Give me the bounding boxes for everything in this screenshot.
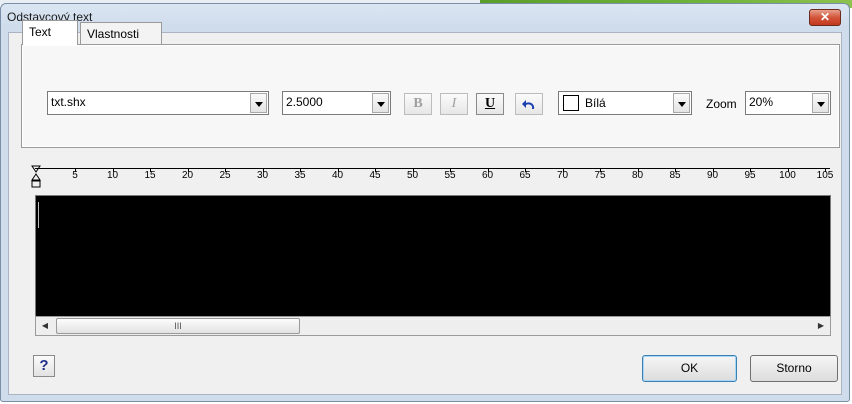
ruler-tick-label: 90 — [706, 170, 719, 181]
zoom-select-value: 20% — [749, 95, 774, 109]
ruler-tick-label: 105 — [816, 170, 834, 181]
chevron-down-icon[interactable] — [372, 93, 389, 113]
ruler-tick-label: 30 — [256, 170, 269, 181]
ruler-tick-label: 60 — [481, 170, 494, 181]
ruler-tick-label: 95 — [744, 170, 756, 181]
ruler-tick-label: 45 — [369, 170, 381, 181]
ruler-tick-label: 70 — [556, 170, 569, 181]
zoom-label: Zoom — [706, 97, 737, 111]
ruler-baseline — [35, 168, 830, 169]
ruler-tick-label: 15 — [144, 170, 156, 181]
ruler-tick-label: 10 — [106, 170, 119, 181]
ruler-tick-label: 85 — [669, 170, 681, 181]
ruler[interactable]: 5 10 15 20 25 30 35 40 45 50 55 60 65 70 75 80 85 90 95 100… — [31, 160, 833, 194]
ok-button[interactable]: OK — [642, 355, 737, 382]
indent-marker-icon[interactable] — [31, 165, 41, 191]
ruler-tick-label: 65 — [519, 170, 531, 181]
text-editor[interactable] — [35, 195, 831, 336]
scroll-left-icon[interactable]: ◀ — [37, 318, 53, 334]
ruler-tick-label: 5 — [72, 170, 78, 181]
font-select-value: txt.shx — [51, 95, 86, 109]
ruler-tick-label: 75 — [594, 170, 606, 181]
help-button[interactable]: ? — [33, 355, 55, 377]
scrollbar-thumb[interactable]: III — [56, 318, 300, 334]
underline-button[interactable]: U — [476, 93, 504, 115]
font-select[interactable]: txt.shx — [47, 91, 269, 115]
undo-button[interactable] — [515, 93, 543, 115]
zoom-select[interactable]: 20% — [745, 91, 831, 115]
chevron-down-icon[interactable] — [250, 93, 267, 113]
color-swatch — [563, 95, 579, 111]
text-caret — [38, 202, 39, 228]
color-select[interactable]: Bílá — [558, 91, 692, 115]
scroll-right-icon[interactable]: ▶ — [813, 318, 829, 334]
ruler-tick-label: 80 — [631, 170, 644, 181]
horizontal-scrollbar[interactable]: ◀ III ▶ — [35, 316, 831, 336]
ruler-tick-label: 20 — [181, 170, 194, 181]
ruler-tick-label: 50 — [406, 170, 419, 181]
ruler-tick-label: 40 — [331, 170, 344, 181]
close-button[interactable]: ✕ — [809, 9, 841, 26]
tab-text[interactable]: Text — [22, 20, 78, 45]
chevron-down-icon[interactable] — [812, 93, 829, 113]
text-height-value: 2.5000 — [286, 95, 323, 109]
tab-properties[interactable]: Vlastnosti — [80, 22, 162, 44]
undo-icon — [522, 100, 535, 109]
tab-properties-label: Vlastnosti — [87, 27, 140, 41]
color-select-value: Bílá — [585, 96, 606, 110]
bold-button[interactable]: B — [404, 93, 432, 115]
ruler-tick-label: 100 — [779, 170, 796, 181]
tab-text-label: Text — [29, 25, 52, 39]
italic-button[interactable]: I — [440, 93, 468, 115]
chevron-down-icon[interactable] — [673, 93, 690, 113]
cancel-button[interactable]: Storno — [750, 355, 838, 382]
ruler-tick-label: 55 — [444, 170, 456, 181]
text-height-select[interactable]: 2.5000 — [282, 91, 391, 115]
ruler-tick-label: 35 — [294, 170, 306, 181]
ruler-tick-label: 25 — [219, 170, 231, 181]
